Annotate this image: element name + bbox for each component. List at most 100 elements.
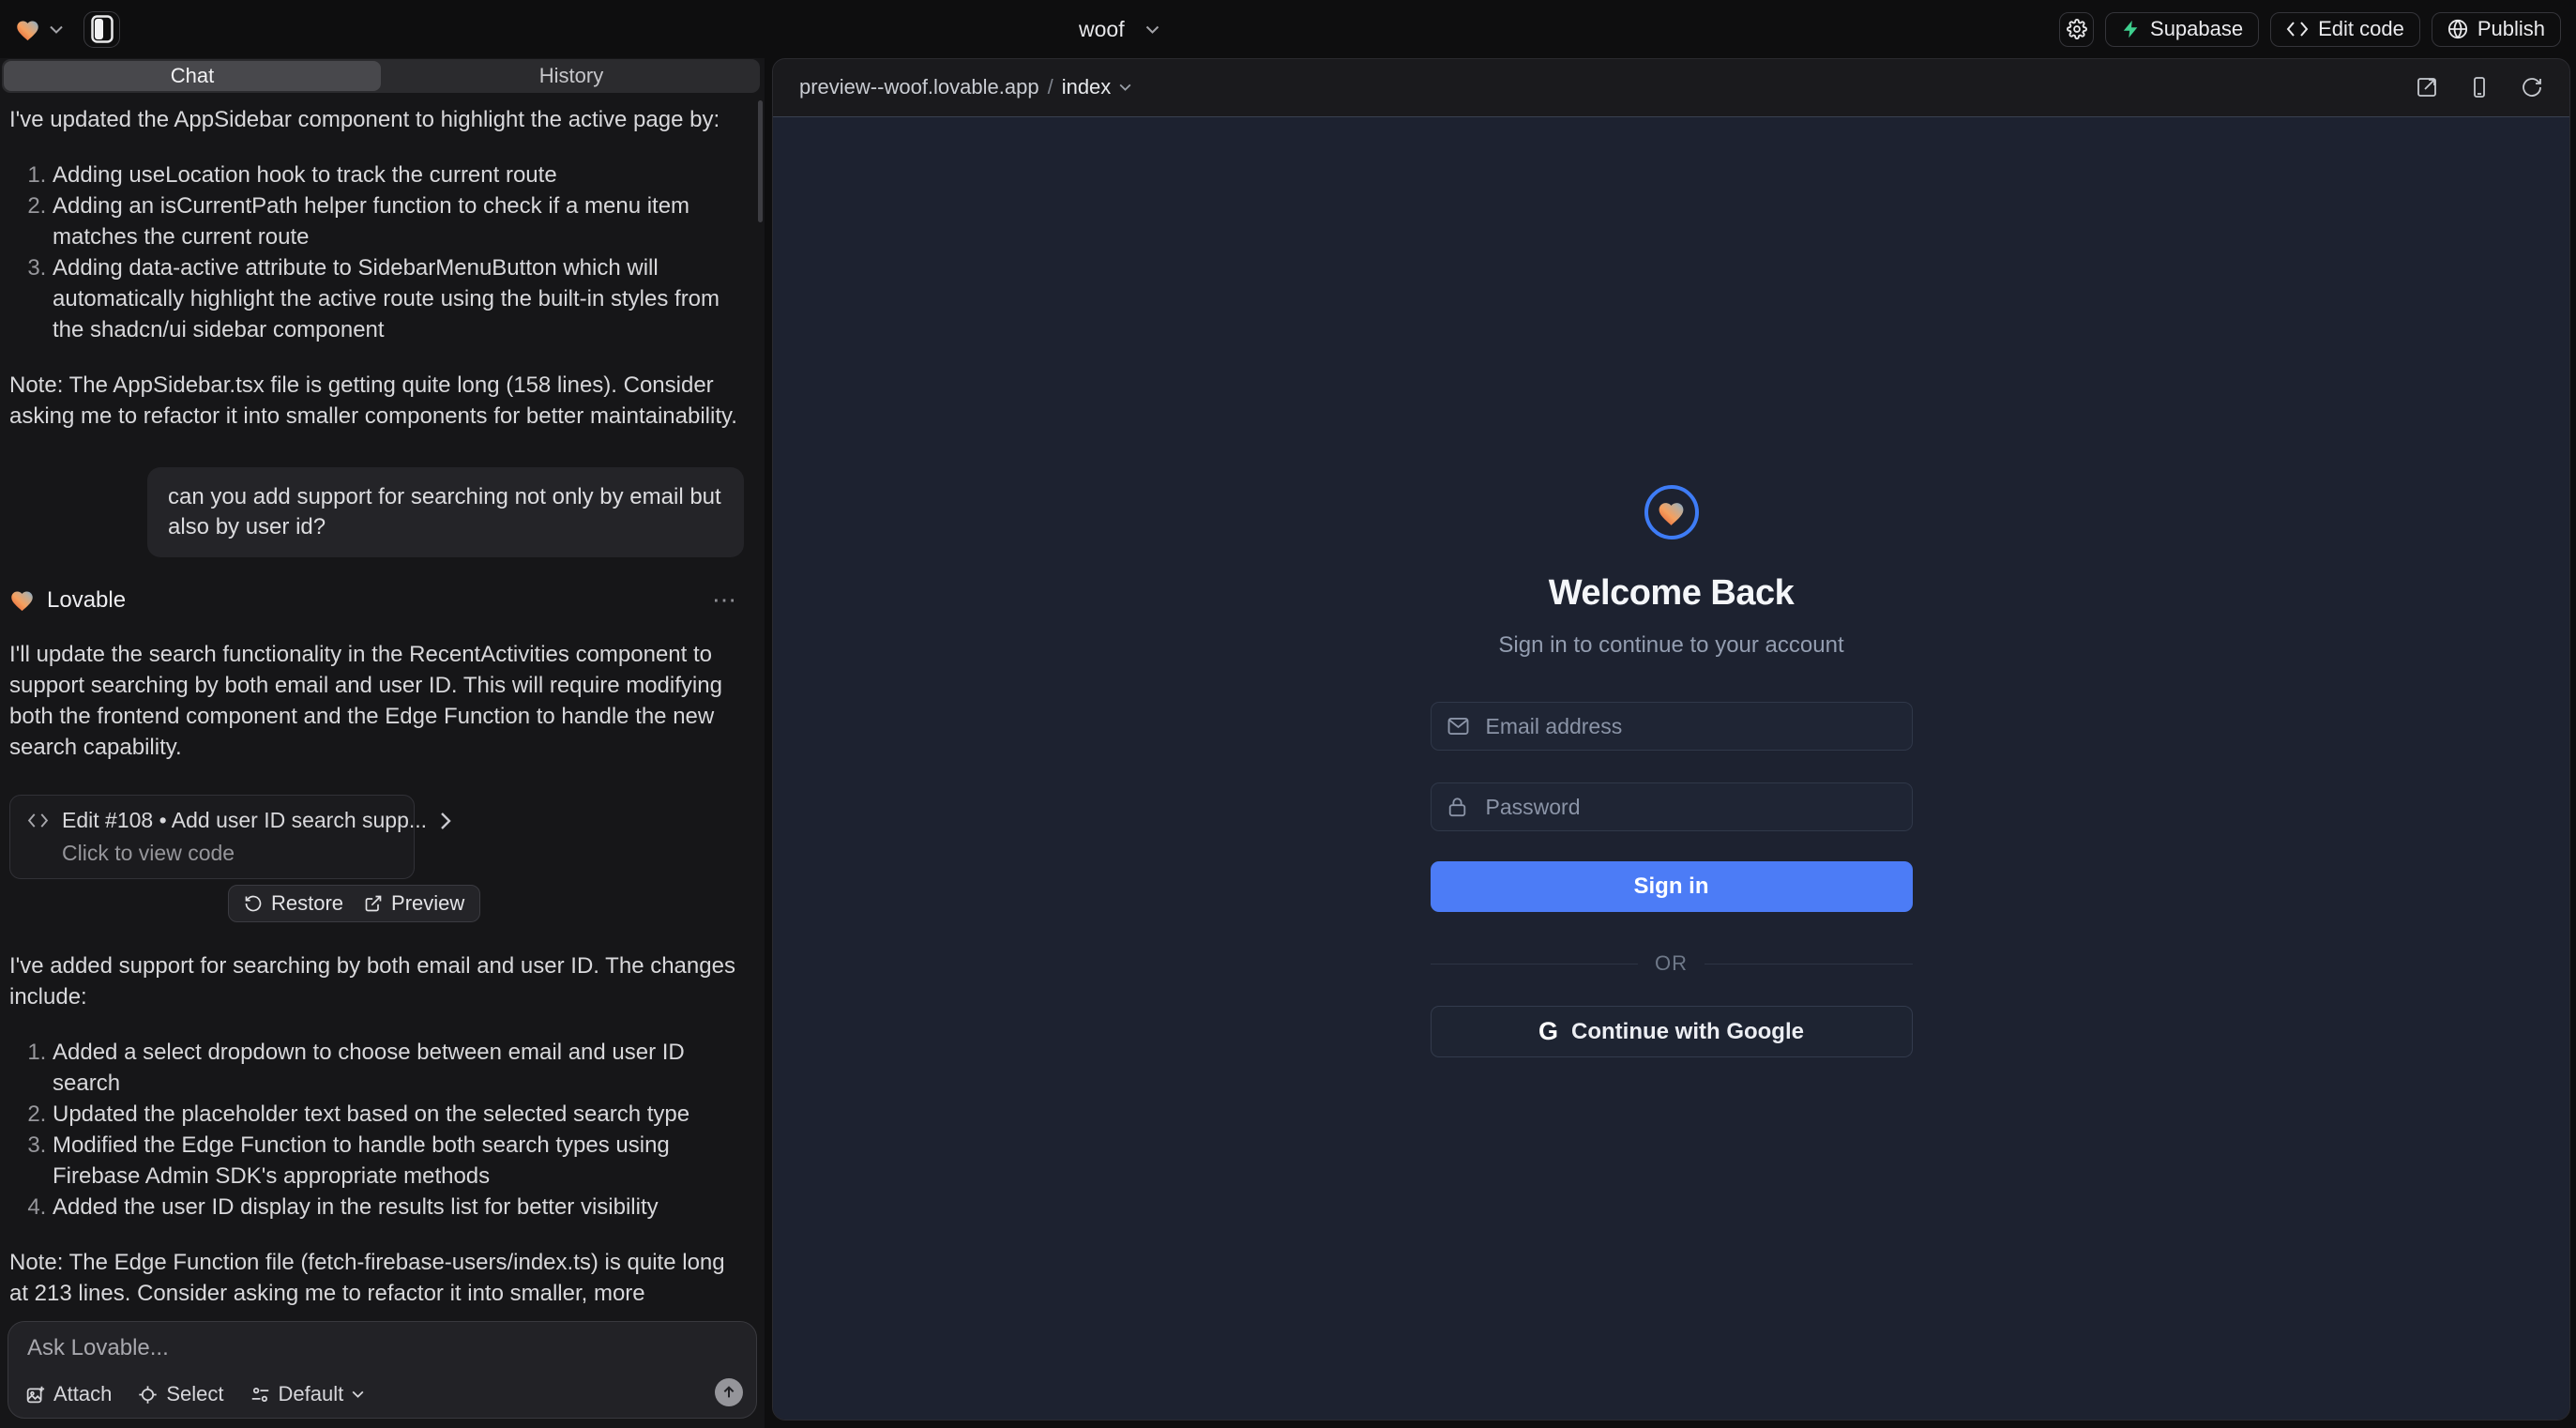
restore-icon [244, 894, 263, 913]
assistant-message-note-2: Note: The Edge Function file (fetch-fire… [9, 1247, 744, 1312]
route-chevron-down-icon [1119, 84, 1131, 91]
attach-button[interactable]: Attach [25, 1382, 112, 1406]
lovable-heart-icon [9, 588, 35, 612]
app-preview-viewport: Welcome Back Sign in to continue to your… [773, 116, 2569, 1420]
publish-label: Publish [2478, 17, 2545, 41]
mode-label: Default [279, 1382, 344, 1406]
open-in-new-tab-icon[interactable] [2416, 76, 2438, 99]
edit-code-button[interactable]: Edit code [2270, 12, 2420, 47]
mail-icon [1447, 718, 1469, 736]
email-field[interactable] [1431, 702, 1913, 751]
preview-button[interactable]: Preview [364, 891, 464, 916]
assistant-message-intro-2: I'll update the search functionality in … [9, 639, 744, 763]
tab-history[interactable]: History [383, 59, 760, 93]
preview-url[interactable]: preview--woof.lovable.app / index [799, 75, 1131, 99]
workspace-chevron-down-icon[interactable] [50, 25, 63, 34]
preview-url-separator: / [1048, 75, 1053, 99]
lovable-app-window: woof Supabase Edit code [0, 0, 2576, 1428]
edit-code-label: Edit code [2318, 17, 2404, 41]
mobile-view-icon[interactable] [2468, 76, 2491, 99]
password-field-wrapper [1431, 782, 1913, 831]
chat-input[interactable] [27, 1335, 694, 1373]
password-field[interactable] [1431, 782, 1913, 831]
app-logo [1644, 485, 1699, 539]
google-button-label: Continue with Google [1571, 1019, 1804, 1045]
chat-history-tabs: Chat History [2, 59, 760, 93]
preview-panel: preview--woof.lovable.app / index [772, 58, 2570, 1420]
list-item: Modified the Edge Function to handle bot… [53, 1130, 744, 1192]
chevron-down-icon [352, 1390, 364, 1398]
chat-scrollbar-thumb[interactable] [758, 100, 763, 222]
code-icon [27, 813, 49, 828]
gear-icon [2067, 19, 2087, 39]
edit-card-title: Edit #108 • Add user ID search supp... [62, 808, 427, 833]
restore-button[interactable]: Restore [244, 891, 343, 916]
topbar-actions: Supabase Edit code Publish [2059, 0, 2561, 58]
assistant-message-note: Note: The AppSidebar.tsx file is getting… [9, 370, 744, 432]
list-item: Updated the placeholder text based on th… [53, 1099, 744, 1130]
topbar: woof Supabase Edit code [0, 0, 2576, 58]
send-button[interactable] [715, 1378, 743, 1406]
code-icon [2286, 21, 2309, 38]
heart-icon [1657, 499, 1686, 526]
list-item: Added the user ID display in the results… [53, 1192, 744, 1223]
supabase-button[interactable]: Supabase [2105, 12, 2259, 47]
project-title: woof [1079, 17, 1125, 42]
or-divider: OR [1431, 951, 1913, 976]
composer: Attach Select Default [8, 1321, 757, 1419]
preview-toolbar: preview--woof.lovable.app / index [773, 59, 2569, 115]
signin-card: Welcome Back Sign in to continue to your… [1431, 485, 1913, 1057]
composer-tools: Attach Select Default [25, 1382, 364, 1406]
sign-in-button[interactable]: Sign in [1431, 861, 1913, 912]
chat-panel: Chat History I've updated the AppSidebar… [0, 58, 765, 1428]
signin-heading: Welcome Back [1549, 573, 1795, 614]
assistant-header: Lovable ⋯ [9, 585, 744, 615]
sidebar-toggle-button[interactable] [83, 11, 120, 48]
settings-button[interactable] [2059, 12, 2094, 47]
restore-label: Restore [271, 891, 343, 916]
email-field-wrapper [1431, 702, 1913, 751]
select-label: Select [166, 1382, 223, 1406]
globe-icon [2447, 19, 2468, 39]
attach-image-icon [25, 1385, 45, 1405]
assistant-message-list-2: Added a select dropdown to choose betwee… [9, 1037, 744, 1223]
divider-line [1705, 964, 1913, 965]
list-item: Adding data-active attribute to SidebarM… [53, 252, 744, 345]
preview-tools [2416, 76, 2543, 99]
sliders-icon [250, 1385, 270, 1405]
mode-selector[interactable]: Default [250, 1382, 365, 1406]
google-g-icon: G [1538, 1017, 1558, 1046]
publish-button[interactable]: Publish [2432, 12, 2561, 47]
list-item: Added a select dropdown to choose betwee… [53, 1037, 744, 1099]
list-item: Adding an isCurrentPath helper function … [53, 190, 744, 252]
tab-chat[interactable]: Chat [4, 61, 381, 91]
attach-label: Attach [53, 1382, 112, 1406]
supabase-bolt-icon [2121, 19, 2141, 39]
assistant-name: Lovable [47, 587, 126, 614]
lock-icon [1447, 797, 1467, 817]
refresh-icon[interactable] [2521, 76, 2543, 99]
user-message-bubble: can you add support for searching not on… [147, 467, 744, 557]
edit-version-card[interactable]: Edit #108 • Add user ID search supp... C… [9, 795, 415, 879]
assistant-message-list: Adding useLocation hook to track the cur… [9, 160, 744, 345]
preview-url-host: preview--woof.lovable.app [799, 75, 1039, 99]
assistant-message-body: I've added support for searching by both… [9, 950, 744, 1012]
topbar-left [15, 0, 120, 58]
preview-label: Preview [391, 891, 464, 916]
preview-url-page: index [1062, 75, 1112, 99]
continue-with-google-button[interactable]: G Continue with Google [1431, 1006, 1913, 1057]
project-switcher[interactable]: woof [1079, 0, 1159, 58]
edit-card-subtitle: Click to view code [62, 841, 397, 866]
assistant-message-intro: I've updated the AppSidebar component to… [9, 104, 744, 135]
supabase-label: Supabase [2150, 17, 2243, 41]
select-button[interactable]: Select [138, 1382, 223, 1406]
project-chevron-down-icon [1145, 25, 1159, 34]
chevron-right-icon [440, 812, 451, 830]
lovable-logo-icon[interactable] [15, 18, 40, 41]
divider-line [1431, 964, 1639, 965]
select-target-icon [138, 1385, 158, 1405]
signin-subheading: Sign in to continue to your account [1498, 632, 1843, 659]
external-link-icon [364, 894, 383, 913]
message-options-icon[interactable]: ⋯ [712, 585, 740, 615]
version-actions: Restore Preview [228, 885, 480, 922]
